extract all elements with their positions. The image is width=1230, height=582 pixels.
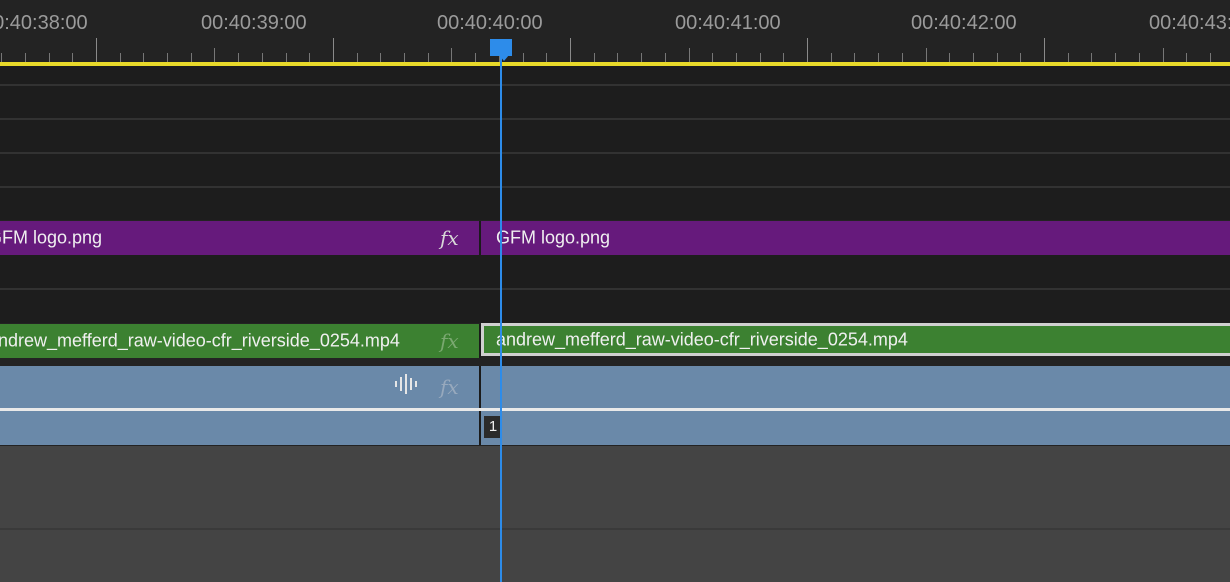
ruler-tick [546,53,547,62]
fx-badge-icon[interactable]: fx [440,329,459,353]
ruler-tick [926,48,927,62]
ruler-tick [997,53,998,62]
audio-clip-right[interactable] [481,366,1230,408]
audio-waveform-icon [395,374,417,394]
ruler-tick [902,53,903,62]
ruler-tick [238,53,239,62]
ruler-tick [878,53,879,62]
audio-track-empty [0,446,1230,582]
ruler-tick [475,53,476,62]
video-track-area [0,66,1230,220]
ruler-tick [1068,53,1069,62]
track-divider [0,528,1230,530]
ruler-tick [854,53,855,62]
track-divider [0,186,1230,188]
playhead-pointer-icon [499,55,509,61]
ruler-tick [949,53,950,62]
track-divider [0,288,1230,290]
fx-badge-icon[interactable]: fx [440,226,459,250]
ruler-tick [641,53,642,62]
fx-badge-icon[interactable]: fx [440,375,459,399]
ruler-tick [25,53,26,62]
ruler-tick [523,53,524,62]
ruler-tick [286,53,287,62]
video-clip-left[interactable]: andrew_mefferd_raw-video-cfr_riverside_0… [0,324,479,358]
timecode-label: 00:40:43:00 [1149,12,1230,34]
ruler-tick [451,48,452,62]
time-ruler[interactable]: 00:40:38:00 00:40:39:00 00:40:40:00 00:4… [0,0,1230,62]
ruler-tick [736,53,737,62]
ruler-tick [760,53,761,62]
ruler-tick [570,38,571,62]
track-divider [0,84,1230,86]
timecode-label: 00:40:40:00 [437,12,543,34]
timecode-label: 00:40:38:00 [0,12,88,34]
ruler-tick [807,38,808,62]
ruler-tick [1163,48,1164,62]
ruler-tick [1210,53,1211,62]
ruler-tick [309,53,310,62]
ruler-tick [594,53,595,62]
ruler-tick [333,38,334,62]
ruler-tick [783,53,784,62]
ruler-tick [214,48,215,62]
ruler-tick [1139,53,1140,62]
ruler-tick [120,53,121,62]
ruler-tick [1115,53,1116,62]
track-divider [0,118,1230,120]
ruler-tick [357,53,358,62]
ruler-tick [689,48,690,62]
timecode-label: 00:40:41:00 [675,12,781,34]
track-divider [0,152,1230,154]
ruler-tick [712,53,713,62]
ruler-tick [428,53,429,62]
ruler-tick [1044,38,1045,62]
clip-name: andrew_mefferd_raw-video-cfr_riverside_0… [0,330,400,351]
ruler-tick [831,53,832,62]
video-clip-right-selected[interactable]: andrew_mefferd_raw-video-cfr_riverside_0… [481,323,1230,356]
ruler-tick [1091,53,1092,62]
ruler-tick [1,53,2,62]
ruler-tick [143,53,144,62]
ruler-tick [262,53,263,62]
ruler-tick [96,38,97,62]
timecode-label: 00:40:42:00 [911,12,1017,34]
ruler-tick [617,53,618,62]
graphic-clip-left[interactable]: GFM logo.png fx [0,221,479,255]
ruler-tick [191,53,192,62]
playhead-handle[interactable] [490,39,512,56]
audio-clip-left[interactable] [0,411,479,445]
clip-name: GFM logo.png [0,227,103,248]
graphic-clip-right[interactable]: GFM logo.png [481,221,1230,255]
ruler-tick [72,53,73,62]
ruler-tick [1020,53,1021,62]
ruler-tick [1186,53,1187,62]
ruler-tick [404,53,405,62]
playhead-line[interactable] [500,48,502,582]
clip-name: GFM logo.png [496,227,611,248]
timecode-label: 00:40:39:00 [201,12,307,34]
ruler-tick [973,53,974,62]
ruler-tick [665,53,666,62]
ruler-tick [380,53,381,62]
audio-clip-right[interactable] [481,411,1230,445]
clip-name: andrew_mefferd_raw-video-cfr_riverside_0… [496,329,908,349]
ruler-tick [167,53,168,62]
ruler-tick [49,53,50,62]
